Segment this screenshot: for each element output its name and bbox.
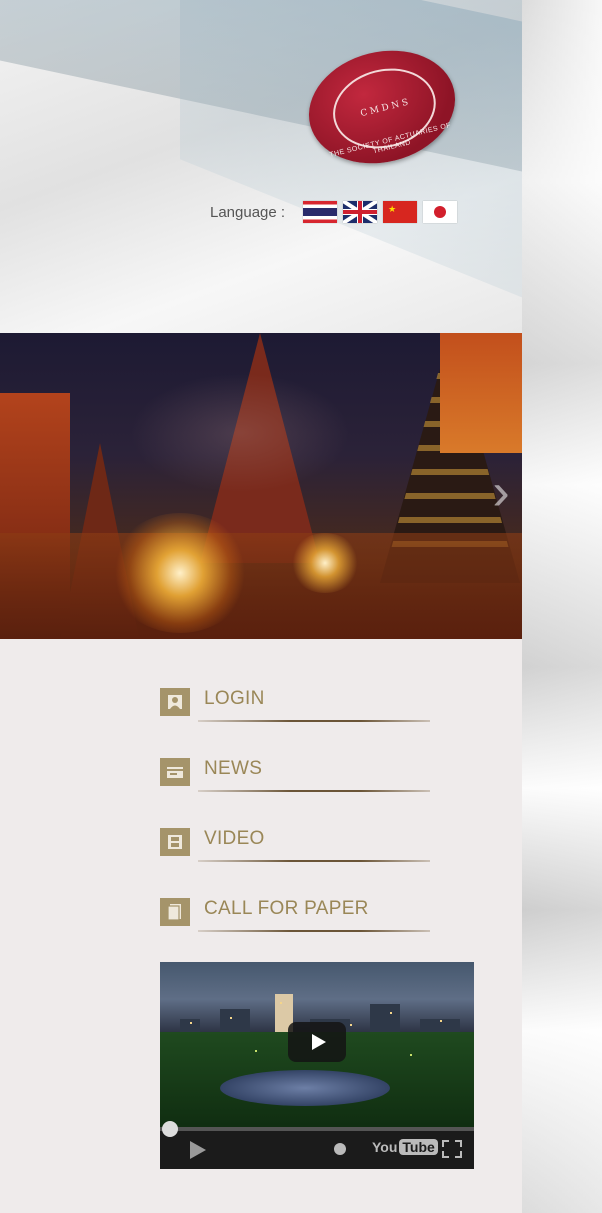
menu-item-news[interactable]: NEWS [158,752,438,822]
night-haze [130,373,350,493]
fullscreen-icon[interactable] [442,1140,462,1158]
park-pond [220,1070,390,1106]
banner-image [0,333,522,639]
card-icon [160,758,190,786]
menu-item-label: CALL FOR PAPER [204,898,369,919]
menu-item-call-for-paper[interactable]: CALL FOR PAPER [158,892,438,962]
youtube-you: You [372,1139,398,1155]
temple-base [0,533,522,639]
youtube-tube: Tube [399,1139,438,1155]
play-button[interactable] [288,1022,346,1062]
menu-divider [198,930,430,932]
play-icon[interactable] [190,1141,206,1159]
watch-later-icon[interactable] [334,1143,346,1155]
language-selector: Language : ★ [210,200,463,224]
document-icon [160,898,190,926]
video-controls: You Tube [160,1121,474,1169]
temple-column [440,333,522,453]
scrubber-handle[interactable] [162,1121,178,1137]
menu-item-label: NEWS [204,758,263,779]
embedded-video[interactable]: You Tube [160,962,474,1169]
thai-flag-icon[interactable] [303,201,338,223]
progress-bar[interactable] [160,1127,474,1131]
uk-flag-icon[interactable] [343,201,378,223]
menu: LOGIN NEWS VIDEO CALL FOR PAPER [158,682,438,962]
header: C M D N S THE SOCIETY OF ACTUARIES OF TH… [0,0,522,333]
language-label: Language : [210,203,286,221]
user-icon [160,688,190,716]
menu-divider [198,790,430,792]
chevron-right-icon[interactable]: › [486,462,516,522]
film-icon [160,828,190,856]
menu-divider [198,860,430,862]
menu-item-label: LOGIN [204,688,265,709]
menu-divider [198,720,430,722]
china-flag-icon[interactable]: ★ [383,201,418,223]
youtube-logo[interactable]: You Tube [372,1139,438,1155]
menu-item-label: VIDEO [204,828,265,849]
lamp-glow [110,513,250,633]
lamp-glow [290,533,360,593]
japan-flag-icon[interactable] [423,201,458,223]
menu-item-login[interactable]: LOGIN [158,682,438,752]
menu-item-video[interactable]: VIDEO [158,822,438,892]
background-silk [522,0,602,1213]
